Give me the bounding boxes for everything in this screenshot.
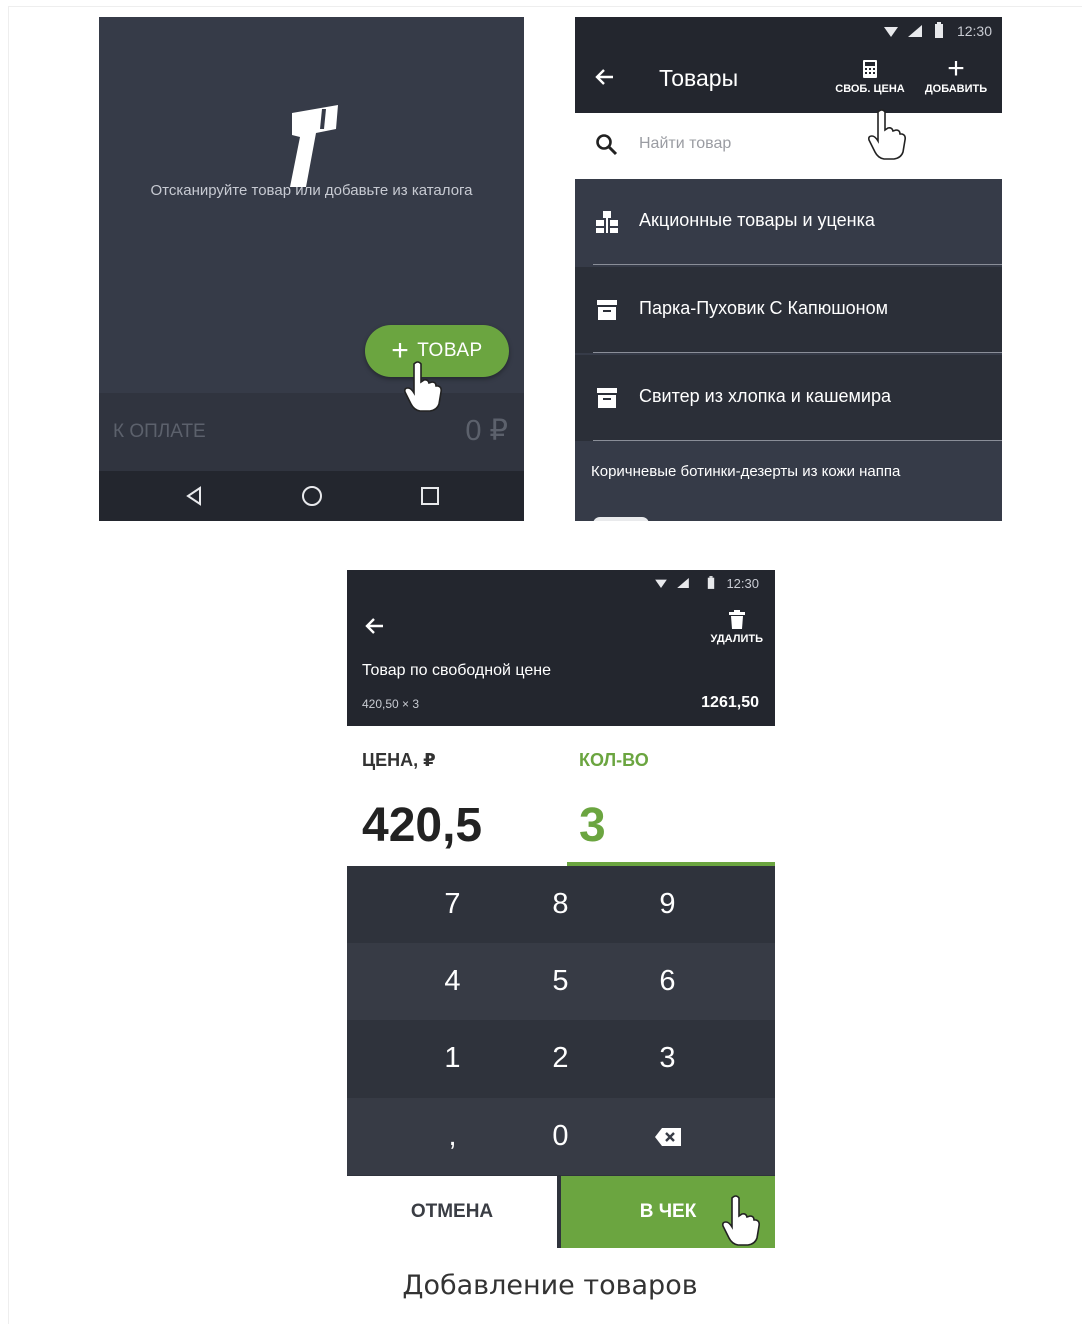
action-bar: ОТМЕНА В ЧЕК — [347, 1176, 775, 1248]
search-bar[interactable]: Найти товар — [575, 113, 1002, 179]
delete-label: УДАЛИТЬ — [710, 633, 763, 645]
home-nav-icon[interactable] — [298, 482, 326, 510]
wifi-icon — [884, 27, 898, 37]
trash-icon — [728, 610, 745, 629]
divider — [593, 440, 1002, 441]
list-item-boots[interactable]: Коричневые ботинки-дезерты из кожи наппа — [575, 443, 1002, 521]
item-total: 1261,50 — [701, 694, 759, 711]
back-arrow-icon[interactable] — [593, 65, 617, 89]
list-item-image — [593, 517, 649, 521]
search-icon — [596, 134, 618, 156]
key-2[interactable]: 2 — [507, 1020, 614, 1097]
frame-border — [8, 6, 1082, 7]
qty-field[interactable]: 3 — [579, 798, 606, 853]
back-nav-icon[interactable] — [180, 482, 208, 510]
recents-nav-icon[interactable] — [416, 482, 444, 510]
key-5[interactable]: 5 — [507, 943, 614, 1020]
product-icon — [597, 300, 617, 320]
back-arrow-icon[interactable] — [363, 614, 387, 638]
page-title: Товары — [659, 65, 739, 91]
wifi-icon — [655, 579, 667, 588]
list-item-label: Коричневые ботинки-дезерты из кожи наппа — [591, 463, 901, 480]
battery-icon — [935, 22, 943, 38]
list-item-label: Свитер из хлопка и кашемира — [639, 386, 891, 406]
free-price-screen: 12:30 УДАЛИТЬ Товар по свободной цене 42… — [347, 570, 775, 1248]
backspace-icon — [654, 1127, 681, 1146]
product-icon — [597, 388, 617, 408]
key-6[interactable]: 6 — [614, 943, 721, 1020]
catalog-screen: 12:30 Товары СВОБ. ЦЕНА + ДОБАВИТЬ Найти… — [575, 17, 1002, 521]
add-product-label: ТОВАР — [417, 340, 483, 361]
signal-icon — [908, 25, 922, 37]
divider — [593, 352, 1002, 353]
key-7[interactable]: 7 — [399, 866, 506, 943]
category-icon — [596, 211, 618, 233]
status-time: 12:30 — [726, 576, 759, 591]
backspace-button[interactable] — [614, 1098, 721, 1175]
divider — [593, 264, 1002, 265]
battery-icon — [707, 576, 715, 589]
pay-label: К ОПЛАТЕ — [113, 421, 206, 442]
key-9[interactable]: 9 — [614, 866, 721, 943]
key-comma[interactable]: , — [399, 1098, 506, 1175]
plus-icon: + — [947, 52, 965, 85]
cancel-button[interactable]: ОТМЕНА — [347, 1176, 557, 1248]
keypad-row: 4 5 6 — [347, 943, 775, 1020]
status-time: 12:30 — [956, 23, 992, 39]
list-item-sweater[interactable]: Свитер из хлопка и кашемира — [575, 355, 1002, 441]
scan-hint: Отсканируйте товар или добавьте из катал… — [150, 182, 473, 199]
key-3[interactable]: 3 — [614, 1020, 721, 1097]
free-price-label: СВОБ. ЦЕНА — [835, 83, 905, 95]
price-field[interactable]: 420,5 — [362, 798, 482, 853]
key-1[interactable]: 1 — [399, 1020, 506, 1097]
pay-amount: 0 ₽ — [465, 415, 508, 447]
item-header: 12:30 УДАЛИТЬ Товар по свободной цене 42… — [347, 570, 775, 726]
pointer-hand-icon — [722, 1195, 760, 1246]
free-price-button[interactable]: СВОБ. ЦЕНА — [833, 55, 907, 95]
list-item-promo[interactable]: Акционные товары и уценка — [575, 179, 1002, 265]
key-8[interactable]: 8 — [507, 866, 614, 943]
status-bar: 12:30 — [575, 17, 1002, 45]
scan-screen: Отсканируйте товар или добавьте из катал… — [99, 17, 524, 521]
pointer-hand-icon — [404, 361, 442, 412]
figure-caption: Добавление товаров — [402, 1270, 698, 1301]
item-calculation: 420,50 × 3 — [362, 697, 420, 711]
qty-label: КОЛ-ВО — [579, 750, 649, 770]
add-label: ДОБАВИТЬ — [924, 83, 988, 95]
pay-bar[interactable]: К ОПЛАТЕ 0 ₽ — [99, 393, 524, 471]
search-input[interactable]: Найти товар — [639, 135, 731, 153]
list-item-label: Акционные товары и уценка — [639, 210, 875, 230]
android-nav-bar — [99, 471, 524, 521]
keypad-row: 7 8 9 — [347, 866, 775, 943]
list-item-parka[interactable]: Парка-Пуховик С Капюшоном — [575, 267, 1002, 353]
key-0[interactable]: 0 — [507, 1098, 614, 1175]
item-name: Товар по свободной цене — [362, 662, 551, 679]
app-bar: Товары СВОБ. ЦЕНА + ДОБАВИТЬ — [575, 45, 1002, 113]
keypad-row: 1 2 3 — [347, 1020, 775, 1097]
price-qty-inputs: ЦЕНА, ₽ 420,5 КОЛ-ВО 3 — [347, 726, 775, 866]
pointer-hand-icon — [868, 109, 906, 160]
list-item-label: Парка-Пуховик С Капюшоном — [639, 298, 888, 318]
delete-button[interactable]: УДАЛИТЬ — [711, 610, 763, 645]
barcode-scanner-icon — [290, 105, 338, 187]
frame-border — [8, 6, 9, 1324]
signal-icon — [677, 578, 689, 588]
key-4[interactable]: 4 — [399, 943, 506, 1020]
calculator-icon — [833, 55, 907, 83]
add-button[interactable]: + ДОБАВИТЬ — [920, 52, 992, 95]
price-label: ЦЕНА, ₽ — [362, 750, 436, 770]
keypad-row: , 0 — [347, 1098, 775, 1175]
